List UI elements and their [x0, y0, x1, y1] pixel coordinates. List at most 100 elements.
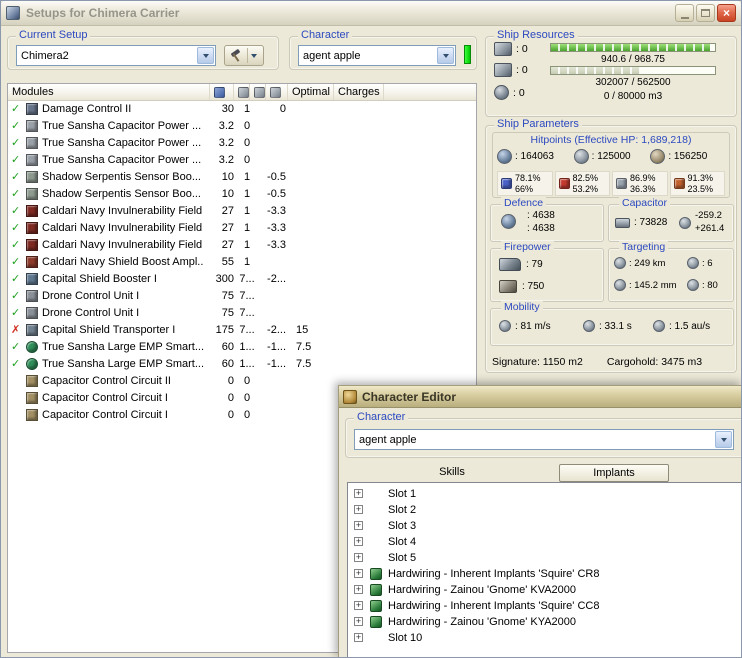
- implant-tree-item[interactable]: + Slot 5: [348, 551, 741, 567]
- module-row[interactable]: ✓ True Sansha Capacitor Power ... 3.2 0: [8, 135, 476, 152]
- thermal-resist-cell: 82.5% 53.2%: [554, 171, 610, 196]
- ce-character-combobox-arrow[interactable]: [715, 431, 732, 448]
- character-editor-titlebar[interactable]: Character Editor: [339, 386, 741, 408]
- launcher-hardpoints-count: : 0: [516, 64, 528, 76]
- module-pg-value: 1: [243, 256, 251, 268]
- explosive-damage-icon: [673, 178, 685, 189]
- module-row[interactable]: ✓ Shadow Serpentis Sensor Boo... 10 1 -0.5: [8, 186, 476, 203]
- defence-label: Defence: [501, 197, 547, 209]
- modules-header[interactable]: Modules Optimal Charges: [8, 84, 476, 101]
- module-ok-icon: ✓: [11, 358, 21, 370]
- module-name: Capacitor Control Circuit I: [42, 409, 168, 421]
- implant-tree-item[interactable]: + Hardwiring - Inherent Implants 'Squire'…: [348, 599, 741, 615]
- module-row[interactable]: ✓ Drone Control Unit I 75 7...: [8, 305, 476, 322]
- module-type-icon: [26, 409, 38, 421]
- armor-resist-value: 23.5%: [687, 183, 714, 194]
- module-row[interactable]: ✓ True Sansha Large EMP Smart... 60 1... -1.…: [8, 339, 476, 356]
- minimize-button[interactable]: [675, 4, 694, 22]
- implant-tree-item[interactable]: + Slot 1: [348, 487, 741, 503]
- module-type-icon: [26, 358, 38, 370]
- module-ok-icon: ✓: [11, 137, 21, 149]
- charges-column-header[interactable]: Charges: [334, 84, 384, 100]
- expand-icon[interactable]: +: [354, 569, 363, 578]
- module-cpu-value: 75: [221, 290, 234, 302]
- dronebay-usage-text: 0 / 80000 m3: [603, 91, 663, 102]
- module-name: Drone Control Unit I: [42, 290, 140, 302]
- expand-icon[interactable]: +: [354, 633, 363, 642]
- shield-resist-value: 78.1%: [515, 172, 541, 183]
- module-cpu-value: 0: [227, 409, 234, 421]
- module-ok-icon: ✓: [11, 290, 21, 302]
- expand-icon[interactable]: +: [354, 553, 363, 562]
- module-cpu-value: 27: [221, 222, 234, 234]
- expand-icon[interactable]: +: [354, 601, 363, 610]
- expand-icon[interactable]: +: [354, 537, 363, 546]
- module-row[interactable]: ✓ True Sansha Large EMP Smart... 60 1... -1.…: [8, 356, 476, 373]
- implant-icon: [370, 568, 382, 580]
- hitpoints-panel: Hitpoints (Effective HP: 1,689,218) : 16…: [492, 132, 730, 198]
- explosive-resist-cell: 91.3% 23.5%: [669, 171, 725, 196]
- ce-character-group: Character agent apple: [345, 411, 741, 458]
- implant-tree-item[interactable]: + Slot 10: [348, 631, 741, 647]
- implant-label: Hardwiring - Inherent Implants 'Squire' …: [388, 568, 600, 580]
- module-row[interactable]: ✓ Caldari Navy Shield Boost Ampl... 55 1: [8, 254, 476, 271]
- cargohold-text: Cargohold: 3475 m3: [606, 356, 703, 368]
- module-pg-value: 1...: [239, 341, 255, 353]
- character-combobox-arrow[interactable]: [437, 47, 454, 64]
- module-row[interactable]: ✗ Capital Shield Transporter I 175 7... -2..…: [8, 322, 476, 339]
- implant-tree-item[interactable]: + Slot 2: [348, 503, 741, 519]
- module-type-icon: [26, 137, 38, 149]
- powergrid-column-icon: [238, 86, 249, 98]
- setup-combobox[interactable]: Chimera2: [16, 45, 216, 66]
- module-row[interactable]: ✓ Caldari Navy Invulnerability Field 27 1 -3…: [8, 203, 476, 220]
- expand-icon[interactable]: +: [354, 505, 363, 514]
- expand-icon[interactable]: +: [354, 585, 363, 594]
- implant-tree-item[interactable]: + Slot 4: [348, 535, 741, 551]
- ce-character-combobox[interactable]: agent apple: [354, 429, 734, 450]
- main-titlebar[interactable]: Setups for Chimera Carrier ×: [1, 1, 741, 26]
- shield-hp-value: : 164063: [515, 151, 554, 162]
- character-combobox[interactable]: agent apple: [298, 45, 456, 66]
- module-name: True Sansha Capacitor Power ...: [42, 154, 202, 166]
- capacitor-drain-value: -259.2: [695, 210, 722, 221]
- implant-label: Slot 4: [388, 536, 417, 548]
- module-row[interactable]: ✓ True Sansha Capacitor Power ... 3.2 0: [8, 118, 476, 135]
- module-row[interactable]: ✓ Capital Shield Booster I 300 7... -2...: [8, 271, 476, 288]
- tab-implants[interactable]: Implants: [559, 464, 669, 482]
- maximize-button[interactable]: [696, 4, 715, 22]
- setup-combobox-arrow[interactable]: [197, 47, 214, 64]
- module-name: True Sansha Capacitor Power ...: [42, 137, 202, 149]
- module-row[interactable]: ✓ Caldari Navy Invulnerability Field 27 1 -3…: [8, 220, 476, 237]
- optimal-column-header[interactable]: Optimal: [288, 84, 334, 100]
- expand-icon[interactable]: +: [354, 617, 363, 626]
- module-pg-value: 7...: [239, 273, 255, 285]
- expand-icon[interactable]: +: [354, 521, 363, 530]
- module-row[interactable]: ✓ Damage Control II 30 1 0: [8, 101, 476, 118]
- module-row[interactable]: ✓ Drone Control Unit I 75 7...: [8, 288, 476, 305]
- module-row[interactable]: ✓ Caldari Navy Invulnerability Field 27 1 -3…: [8, 237, 476, 254]
- armor-resist-value: 53.2%: [572, 183, 599, 194]
- modules-column-header[interactable]: Modules: [8, 84, 210, 100]
- armor-icon: [573, 149, 589, 164]
- implant-tree-item[interactable]: + Hardwiring - Zainou 'Gnome' KYA2000: [348, 615, 741, 631]
- module-type-icon: [26, 375, 38, 387]
- capacitor-box: Capacitor : 73828 -259.2 +261.4: [608, 197, 734, 242]
- character-editor-icon: [343, 389, 357, 404]
- module-cap-value: -0.5: [267, 171, 286, 183]
- implant-tree-item[interactable]: + Slot 3: [348, 519, 741, 535]
- implant-tree-item[interactable]: + Hardwiring - Inherent Implants 'Squire'…: [348, 567, 741, 583]
- sensor-strength-icon: [687, 279, 699, 291]
- signature-text: Signature: 1150 m2: [492, 356, 583, 368]
- implant-tree-item[interactable]: + Hardwiring - Zainou 'Gnome' KVA2000: [348, 583, 741, 599]
- mobility-label: Mobility: [501, 301, 543, 313]
- tab-skills[interactable]: Skills: [347, 464, 557, 482]
- implants-tree: + Slot 1 + Slot 2 + Slot 3 + Slot 4 + Slot 5 + Hard…: [347, 482, 741, 657]
- setup-tools-button[interactable]: [224, 45, 264, 66]
- expand-icon[interactable]: +: [354, 489, 363, 498]
- shield-defence-icon: [501, 214, 516, 229]
- close-button[interactable]: ×: [717, 4, 736, 22]
- module-cpu-value: 3.2: [218, 137, 234, 149]
- module-row[interactable]: ✓ Shadow Serpentis Sensor Boo... 10 1 -0.5: [8, 169, 476, 186]
- module-row[interactable]: ✓ True Sansha Capacitor Power ... 3.2 0: [8, 152, 476, 169]
- implant-icon: [370, 600, 382, 612]
